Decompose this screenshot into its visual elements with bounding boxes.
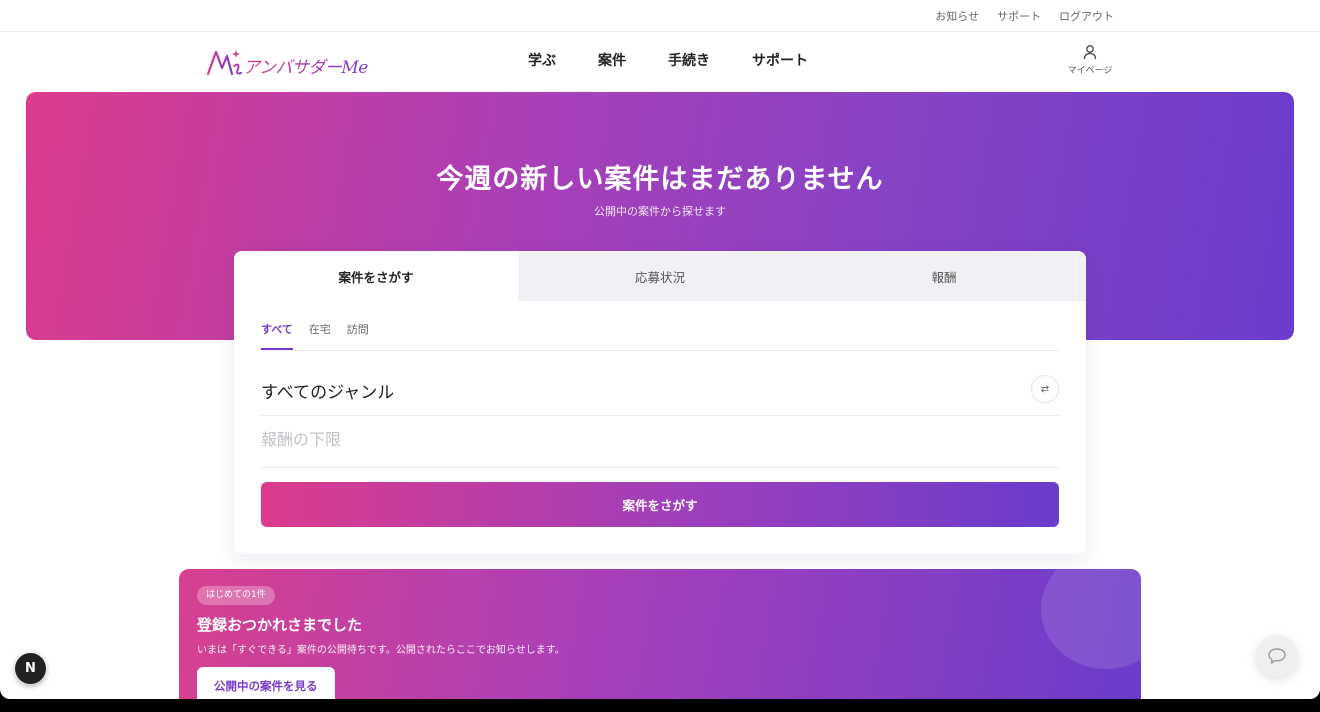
reward-minimum-input[interactable] xyxy=(261,430,1059,449)
tab-application-status[interactable]: 応募状況 xyxy=(518,251,802,301)
nav-item-projects[interactable]: 案件 xyxy=(598,50,626,70)
banner-title: 登録おつかれさまでした xyxy=(197,616,363,634)
tab-rewards[interactable]: 報酬 xyxy=(802,251,1086,301)
reward-minimum-row xyxy=(261,416,1059,468)
search-projects-button[interactable]: 案件をさがす xyxy=(261,482,1059,527)
util-link-logout[interactable]: ログアウト xyxy=(1059,8,1114,24)
nav-item-learn[interactable]: 学ぶ xyxy=(528,50,556,70)
app-viewport: お知らせ サポート ログアウト アンバサダーMe 学ぶ 案件 手続き サポート … xyxy=(0,0,1320,699)
search-tabs: 案件をさがす 応募状況 報酬 xyxy=(234,251,1086,301)
dev-tools-badge[interactable]: N xyxy=(15,653,46,684)
welcome-banner: はじめての1件 登録おつかれさまでした いまは「すぐできる」案件の公開待ちです。… xyxy=(179,569,1141,699)
user-icon xyxy=(1083,45,1097,60)
subtab-all[interactable]: すべて xyxy=(261,321,293,350)
tab-search-projects[interactable]: 案件をさがす xyxy=(234,251,518,301)
utility-bar: お知らせ サポート ログアウト xyxy=(0,0,1320,32)
filter-subtabs: すべて 在宅 訪問 xyxy=(261,301,1059,351)
search-card: 案件をさがす 応募状況 報酬 すべて 在宅 訪問 すべてのジャンル ⇄ 案件をさ… xyxy=(234,251,1086,554)
chat-bubble-icon xyxy=(1268,648,1286,664)
banner-text: いまは「すぐできる」案件の公開待ちです。公開されたらここでお知らせします。 xyxy=(197,645,565,656)
decorative-circle xyxy=(1041,569,1141,669)
main-header: アンバサダーMe 学ぶ 案件 手続き サポート マイページ xyxy=(0,32,1320,92)
subtab-remote[interactable]: 在宅 xyxy=(309,321,331,350)
mypage-link[interactable]: マイページ xyxy=(1066,44,1114,76)
genre-label: すべてのジャンル xyxy=(261,383,395,403)
first-project-badge: はじめての1件 xyxy=(197,586,275,605)
view-public-projects-button[interactable]: 公開中の案件を見る xyxy=(197,667,335,699)
hero-subtitle: 公開中の案件から探せます xyxy=(594,205,726,218)
genre-selector[interactable]: すべてのジャンル ⇄ xyxy=(261,351,1059,416)
subtab-visit[interactable]: 訪問 xyxy=(347,321,369,350)
util-link-support[interactable]: サポート xyxy=(997,8,1041,24)
util-link-notices[interactable]: お知らせ xyxy=(935,8,979,24)
nav-item-support[interactable]: サポート xyxy=(752,50,808,70)
chat-button[interactable] xyxy=(1256,635,1298,677)
swap-icon[interactable]: ⇄ xyxy=(1031,375,1059,403)
utility-links: お知らせ サポート ログアウト xyxy=(935,8,1114,24)
main-nav: 学ぶ 案件 手続き サポート xyxy=(0,50,1320,70)
mypage-label: マイページ xyxy=(1067,66,1113,76)
nav-item-procedures[interactable]: 手続き xyxy=(668,50,710,70)
hero-title: 今週の新しい案件はまだありません xyxy=(436,164,884,195)
